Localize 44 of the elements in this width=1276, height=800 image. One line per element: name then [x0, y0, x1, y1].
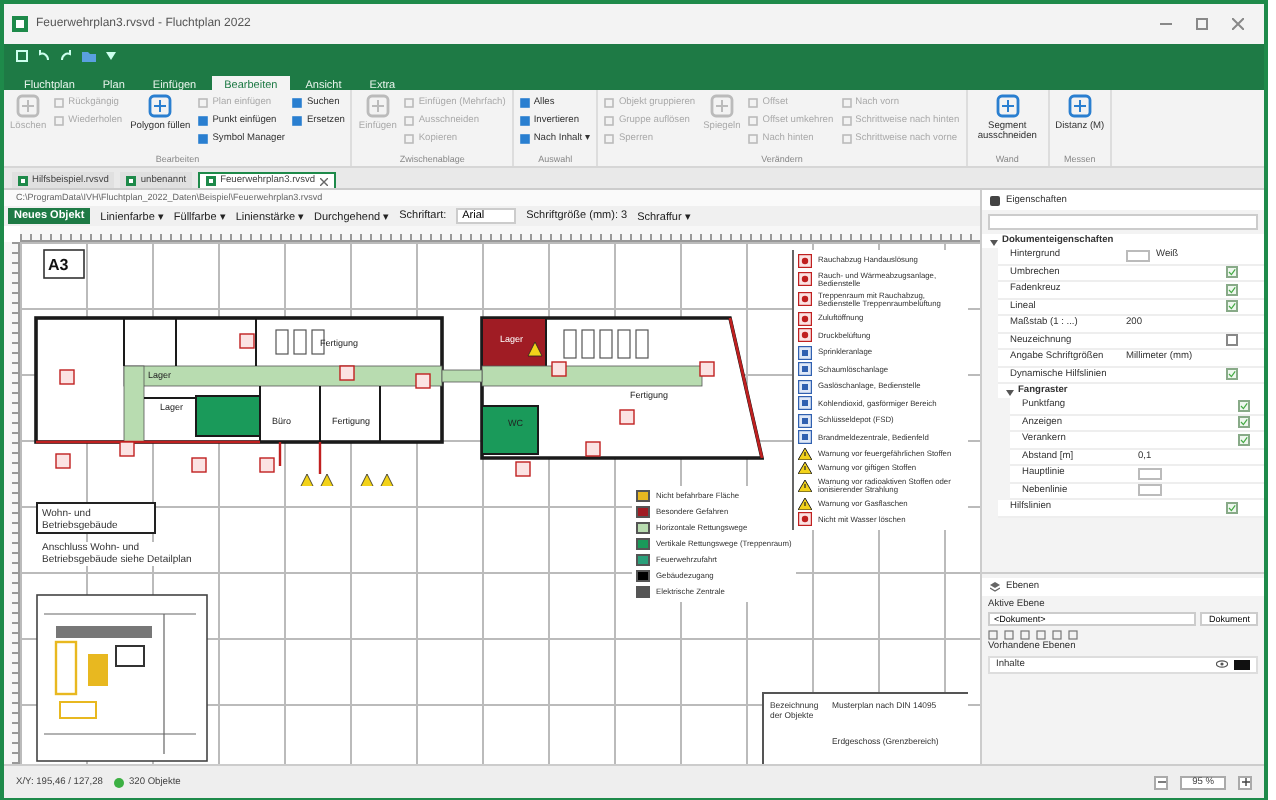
tool-icon — [365, 94, 390, 118]
zoom-in-button[interactable] — [1238, 775, 1252, 789]
close-icon — [319, 177, 328, 185]
minimize-icon — [1160, 18, 1172, 30]
maximize-icon — [1196, 18, 1208, 30]
redo-icon — [60, 50, 72, 62]
tool-icon — [1067, 94, 1092, 118]
minus-icon — [1157, 777, 1166, 785]
document-icon — [126, 175, 137, 185]
plus-icon — [1241, 777, 1249, 785]
status-dot-icon — [114, 777, 125, 787]
color-swatch[interactable] — [1138, 467, 1162, 480]
tool-icon — [148, 94, 173, 118]
layers-icon — [990, 582, 1000, 592]
checkbox[interactable] — [1226, 283, 1238, 296]
check-icon — [1228, 370, 1236, 379]
dropdown-caret-icon — [106, 52, 116, 60]
eye-icon — [1216, 660, 1228, 668]
sheet-size-label: A3 — [43, 249, 85, 279]
checkbox[interactable] — [1226, 368, 1238, 381]
checkbox[interactable] — [1238, 399, 1250, 412]
tool-icon — [16, 94, 41, 118]
checkbox[interactable] — [1226, 266, 1238, 279]
color-swatch[interactable] — [1138, 484, 1162, 497]
check-icon — [1228, 503, 1236, 512]
checkbox[interactable] — [1226, 501, 1238, 514]
document-icon — [18, 175, 28, 185]
tool-icon — [709, 94, 734, 118]
color-swatch[interactable] — [1126, 249, 1150, 262]
collapse-caret-icon — [990, 237, 998, 245]
open-folder-icon — [82, 50, 96, 62]
checkbox[interactable] — [1226, 300, 1238, 313]
save-icon — [16, 50, 28, 62]
app-icon — [12, 16, 28, 32]
search-field[interactable] — [988, 214, 1258, 230]
close-icon — [1232, 18, 1244, 30]
document-icon — [206, 176, 217, 186]
checkbox[interactable] — [1226, 334, 1238, 347]
zoom-out-button[interactable] — [1154, 775, 1169, 789]
properties-icon — [990, 195, 1000, 205]
tool-icon — [995, 94, 1020, 118]
undo-icon — [38, 50, 50, 62]
checkbox[interactable] — [1238, 416, 1250, 429]
checkbox[interactable] — [1238, 433, 1250, 446]
